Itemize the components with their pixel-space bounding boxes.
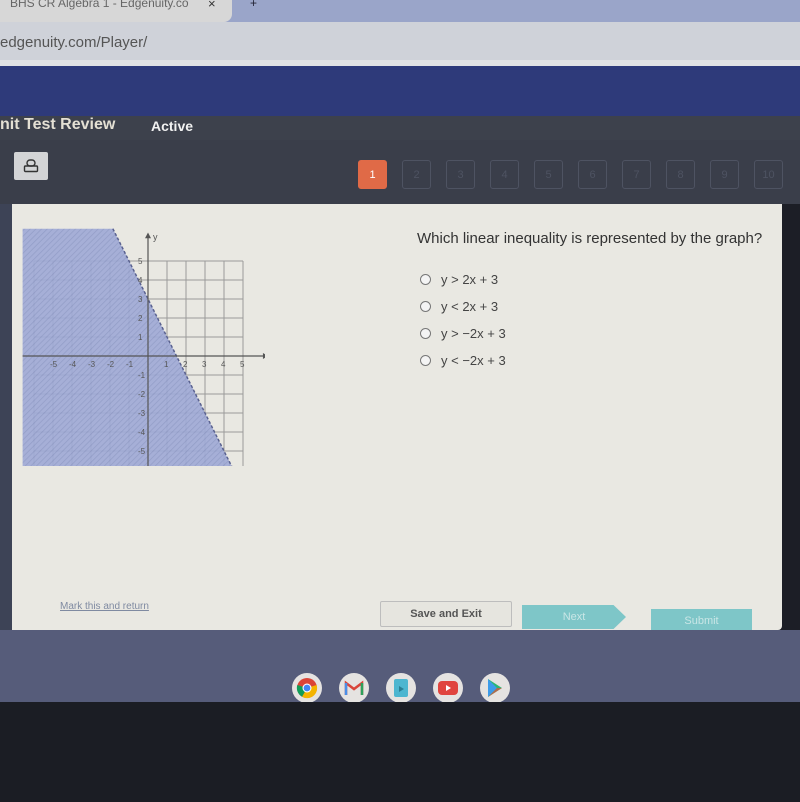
answer-options: y > 2x + 3 y < 2x + 3 y > −2x + 3 y < −2x +… [420, 266, 506, 374]
y-axis-label: y [153, 232, 158, 242]
new-tab-button[interactable]: + [250, 0, 257, 10]
y-tick-label: -2 [138, 390, 146, 399]
answer-option[interactable]: y < 2x + 3 [420, 293, 506, 320]
x-tick-label: -2 [107, 360, 115, 369]
question-nav-button[interactable]: 7 [622, 160, 651, 189]
y-tick-label: 2 [138, 314, 143, 323]
lesson-title: nit Test Review [0, 116, 116, 133]
address-bar[interactable]: edgenuity.com/Player/ [0, 22, 800, 64]
x-tick-label: 3 [202, 360, 207, 369]
answer-option-label: y < −2x + 3 [441, 353, 506, 368]
answer-option-label: y > −2x + 3 [441, 326, 506, 341]
radio-button[interactable] [420, 328, 431, 339]
y-tick-label: -1 [138, 371, 146, 380]
question-nav-button[interactable]: 6 [578, 160, 607, 189]
x-tick-label: -3 [88, 360, 96, 369]
question-nav-button[interactable]: 8 [666, 160, 695, 189]
question-nav-button[interactable]: 5 [534, 160, 563, 189]
answer-option-label: y < 2x + 3 [441, 299, 499, 314]
question-number-list: 1 2 3 4 5 6 7 8 9 10 [358, 160, 783, 189]
question-nav-button[interactable]: 1 [358, 160, 387, 189]
y-tick-label: -4 [138, 428, 146, 437]
x-tick-label: -4 [69, 360, 77, 369]
chromeos-shelf [0, 630, 800, 703]
y-tick-label: -3 [138, 409, 146, 418]
radio-button[interactable] [420, 274, 431, 285]
x-tick-label: -5 [50, 360, 58, 369]
play-store-icon[interactable] [480, 673, 510, 703]
files-icon[interactable] [386, 673, 416, 703]
window-edge [0, 204, 12, 630]
x-tick-label: 1 [164, 360, 169, 369]
question-nav-button[interactable]: 3 [446, 160, 475, 189]
question-text: Which linear inequality is represented b… [417, 230, 763, 247]
youtube-icon[interactable] [433, 673, 463, 703]
question-nav-button[interactable]: 4 [490, 160, 519, 189]
inequality-graph: xy-5-4-3-2-11234554321-1-2-3-4-5 [22, 228, 265, 466]
x-tick-label: 2 [183, 360, 188, 369]
y-tick-label: -5 [138, 447, 146, 456]
y-tick-label: 3 [138, 295, 143, 304]
y-tick-label: 5 [138, 257, 143, 266]
next-button[interactable]: Next [522, 605, 626, 629]
chrome-icon[interactable] [292, 673, 322, 703]
printer-icon [23, 159, 39, 173]
mark-and-return-link[interactable]: Mark this and return [60, 601, 149, 612]
tab-close-icon[interactable]: × [208, 0, 216, 11]
x-tick-label: 5 [240, 360, 245, 369]
tab-title: BHS CR Algebra 1 - Edgenuity.co [10, 0, 189, 10]
gmail-icon[interactable] [339, 673, 369, 703]
x-axis-arrow-icon [262, 353, 265, 359]
answer-option[interactable]: y > 2x + 3 [420, 266, 506, 293]
print-button[interactable] [14, 152, 48, 180]
question-nav-button[interactable]: 9 [710, 160, 739, 189]
browser-tabstrip: BHS CR Algebra 1 - Edgenuity.co × + [0, 0, 800, 22]
question-navbar: 1 2 3 4 5 6 7 8 9 10 [0, 140, 800, 204]
edgenuity-brand-bar [0, 66, 800, 116]
x-tick-label: -1 [126, 360, 134, 369]
url-text[interactable]: edgenuity.com/Player/ [0, 34, 147, 51]
answer-option[interactable]: y > −2x + 3 [420, 320, 506, 347]
save-and-exit-button[interactable]: Save and Exit [380, 601, 512, 627]
question-panel: xy-5-4-3-2-11234554321-1-2-3-4-5 Which l… [12, 204, 782, 633]
status-badge: Active [151, 118, 194, 134]
y-tick-label: 1 [138, 333, 143, 342]
radio-button[interactable] [420, 301, 431, 312]
answer-option[interactable]: y < −2x + 3 [420, 347, 506, 374]
shaded-region [22, 228, 232, 466]
answer-option-label: y > 2x + 3 [441, 272, 499, 287]
question-nav-button[interactable]: 2 [402, 160, 431, 189]
browser-tab[interactable]: BHS CR Algebra 1 - Edgenuity.co × [0, 0, 232, 22]
y-axis-arrow-icon [145, 232, 151, 239]
question-nav-button[interactable]: 10 [754, 160, 783, 189]
screen-bezel [0, 702, 800, 802]
radio-button[interactable] [420, 355, 431, 366]
y-tick-label: 4 [138, 276, 143, 285]
x-tick-label: 4 [221, 360, 226, 369]
